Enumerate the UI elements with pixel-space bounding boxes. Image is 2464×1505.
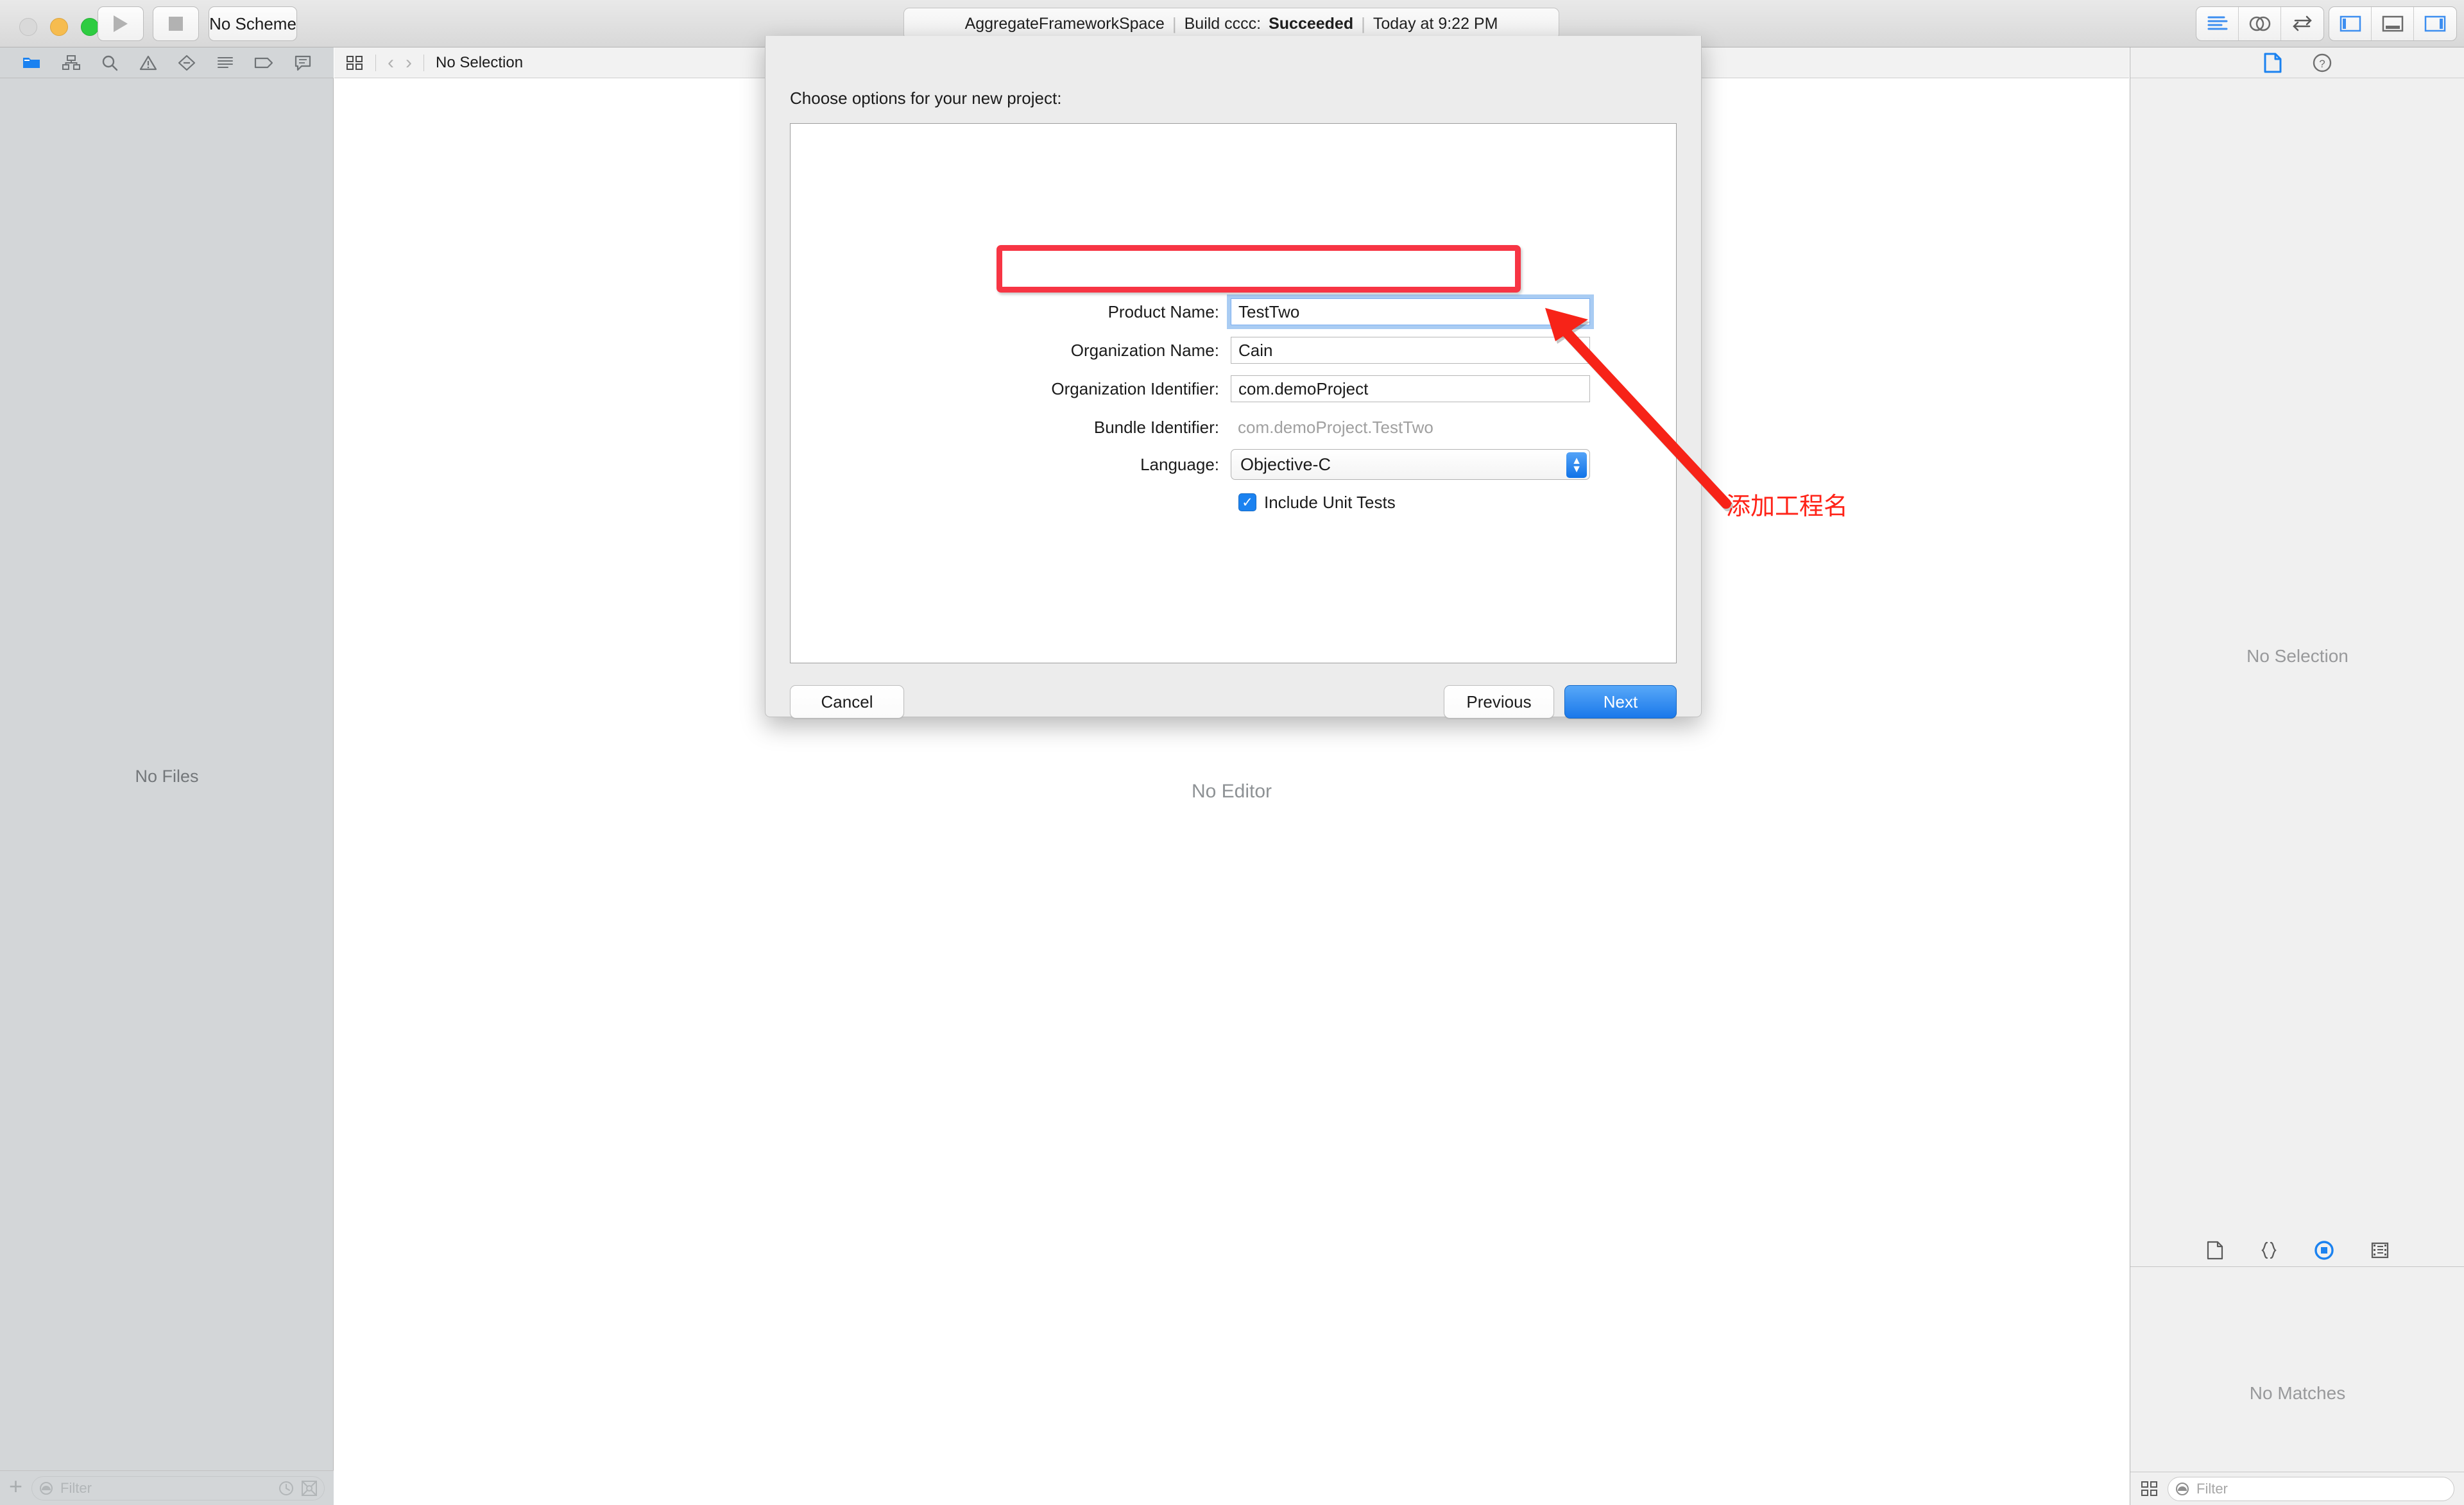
source-control-icon[interactable] bbox=[301, 1480, 318, 1497]
language-selected-value: Objective-C bbox=[1240, 454, 1331, 474]
panel-toggle-buttons bbox=[2329, 6, 2457, 41]
quick-help-icon[interactable]: ? bbox=[2312, 53, 2332, 73]
standard-editor-icon bbox=[2207, 16, 2227, 30]
status-build-prefix: Build cccc: bbox=[1184, 14, 1262, 33]
assistant-editor-icon bbox=[2249, 16, 2270, 31]
organization-name-label: Organization Name: bbox=[1070, 340, 1219, 360]
minimize-window-button[interactable] bbox=[50, 18, 68, 36]
next-button[interactable]: Next bbox=[1564, 685, 1677, 718]
chevron-right-icon[interactable]: › bbox=[406, 53, 412, 72]
version-editor-icon bbox=[2293, 15, 2312, 31]
close-window-button[interactable] bbox=[19, 18, 37, 36]
version-editor-button[interactable] bbox=[2281, 7, 2323, 40]
library-filter-input[interactable]: Filter bbox=[2168, 1476, 2454, 1501]
xcode-window: No Scheme AggregateFrameworkSpace | Buil… bbox=[0, 0, 2464, 1505]
toggle-debug-area-button[interactable] bbox=[2372, 7, 2414, 40]
clock-icon[interactable] bbox=[278, 1480, 295, 1497]
previous-button[interactable]: Previous bbox=[1444, 685, 1554, 718]
include-unit-tests-checkbox[interactable]: ✓ bbox=[1238, 493, 1256, 511]
toggle-debug-area-icon bbox=[2382, 15, 2403, 32]
sheet-title: Choose options for your new project: bbox=[790, 89, 1062, 108]
inspector-tab-bar: ? bbox=[2130, 47, 2464, 78]
inspector-panel: ? No Selection No Matches Filter bbox=[2130, 47, 2464, 1505]
related-items-icon[interactable] bbox=[346, 55, 364, 71]
object-library-icon[interactable] bbox=[2314, 1240, 2334, 1261]
standard-editor-button[interactable] bbox=[2196, 7, 2239, 40]
inspector-empty-state: No Selection bbox=[2246, 646, 2348, 666]
status-project-name: AggregateFrameworkSpace bbox=[964, 14, 1165, 33]
annotation-label: 添加工程名 bbox=[1726, 493, 1849, 520]
language-label: Language: bbox=[1140, 454, 1219, 474]
library-empty-state: No Matches bbox=[2249, 1383, 2346, 1403]
include-unit-tests-label: Include Unit Tests bbox=[1264, 492, 1396, 512]
traffic-lights bbox=[19, 18, 99, 36]
library-tab-bar bbox=[2130, 1234, 2464, 1267]
assistant-editor-button[interactable] bbox=[2239, 7, 2281, 40]
toggle-navigator-button[interactable] bbox=[2329, 7, 2372, 40]
navigator-filter-input[interactable]: Filter bbox=[31, 1475, 325, 1501]
toggle-inspector-icon bbox=[2424, 15, 2446, 32]
navigator-filter-bar: + Filter bbox=[0, 1470, 334, 1505]
run-button[interactable] bbox=[98, 6, 144, 41]
stop-button[interactable] bbox=[153, 6, 199, 41]
toggle-navigator-icon bbox=[2340, 15, 2361, 32]
editor-mode-buttons bbox=[2196, 6, 2324, 41]
maximize-window-button[interactable] bbox=[81, 18, 99, 36]
navigator-filter-placeholder: Filter bbox=[60, 1479, 92, 1496]
status-timestamp: Today at 9:22 PM bbox=[1373, 14, 1498, 33]
filter-icon bbox=[40, 1481, 53, 1495]
status-divider-2: | bbox=[1361, 13, 1365, 33]
red-arrow-annotation bbox=[1545, 308, 1733, 511]
activity-status-bar: AggregateFrameworkSpace | Build cccc: Su… bbox=[903, 8, 1559, 40]
cancel-button[interactable]: Cancel bbox=[790, 685, 904, 718]
add-file-button[interactable]: + bbox=[9, 1474, 22, 1502]
chevron-left-icon[interactable]: ‹ bbox=[388, 53, 394, 72]
toggle-inspector-button[interactable] bbox=[2414, 7, 2456, 40]
file-inspector-icon[interactable] bbox=[2263, 53, 2282, 73]
scheme-selector[interactable]: No Scheme bbox=[209, 6, 297, 41]
grid-view-icon[interactable] bbox=[2141, 1480, 2159, 1498]
status-divider-1: | bbox=[1172, 13, 1177, 33]
media-library-icon[interactable] bbox=[2370, 1241, 2390, 1260]
navigator-panel: No Files + Filter bbox=[0, 47, 334, 1505]
file-template-library-icon[interactable] bbox=[2206, 1241, 2224, 1260]
play-icon bbox=[114, 15, 128, 32]
jumpbar-path[interactable]: No Selection bbox=[436, 54, 523, 72]
organization-identifier-label: Organization Identifier: bbox=[1051, 378, 1219, 398]
product-name-label: Product Name: bbox=[1108, 302, 1219, 321]
filter-icon bbox=[2176, 1482, 2189, 1495]
library-filter-placeholder: Filter bbox=[2196, 1480, 2228, 1497]
status-build-result: Succeeded bbox=[1269, 14, 1354, 33]
stop-icon bbox=[169, 17, 183, 31]
navigator-empty-state: No Files bbox=[135, 766, 199, 786]
code-snippet-library-icon[interactable] bbox=[2260, 1241, 2278, 1260]
library-filter-bar: Filter bbox=[2130, 1472, 2464, 1505]
jumpbar-divider-1 bbox=[375, 54, 376, 71]
bundle-identifier-label: Bundle Identifier: bbox=[1093, 417, 1219, 437]
svg-text:?: ? bbox=[2319, 58, 2325, 70]
